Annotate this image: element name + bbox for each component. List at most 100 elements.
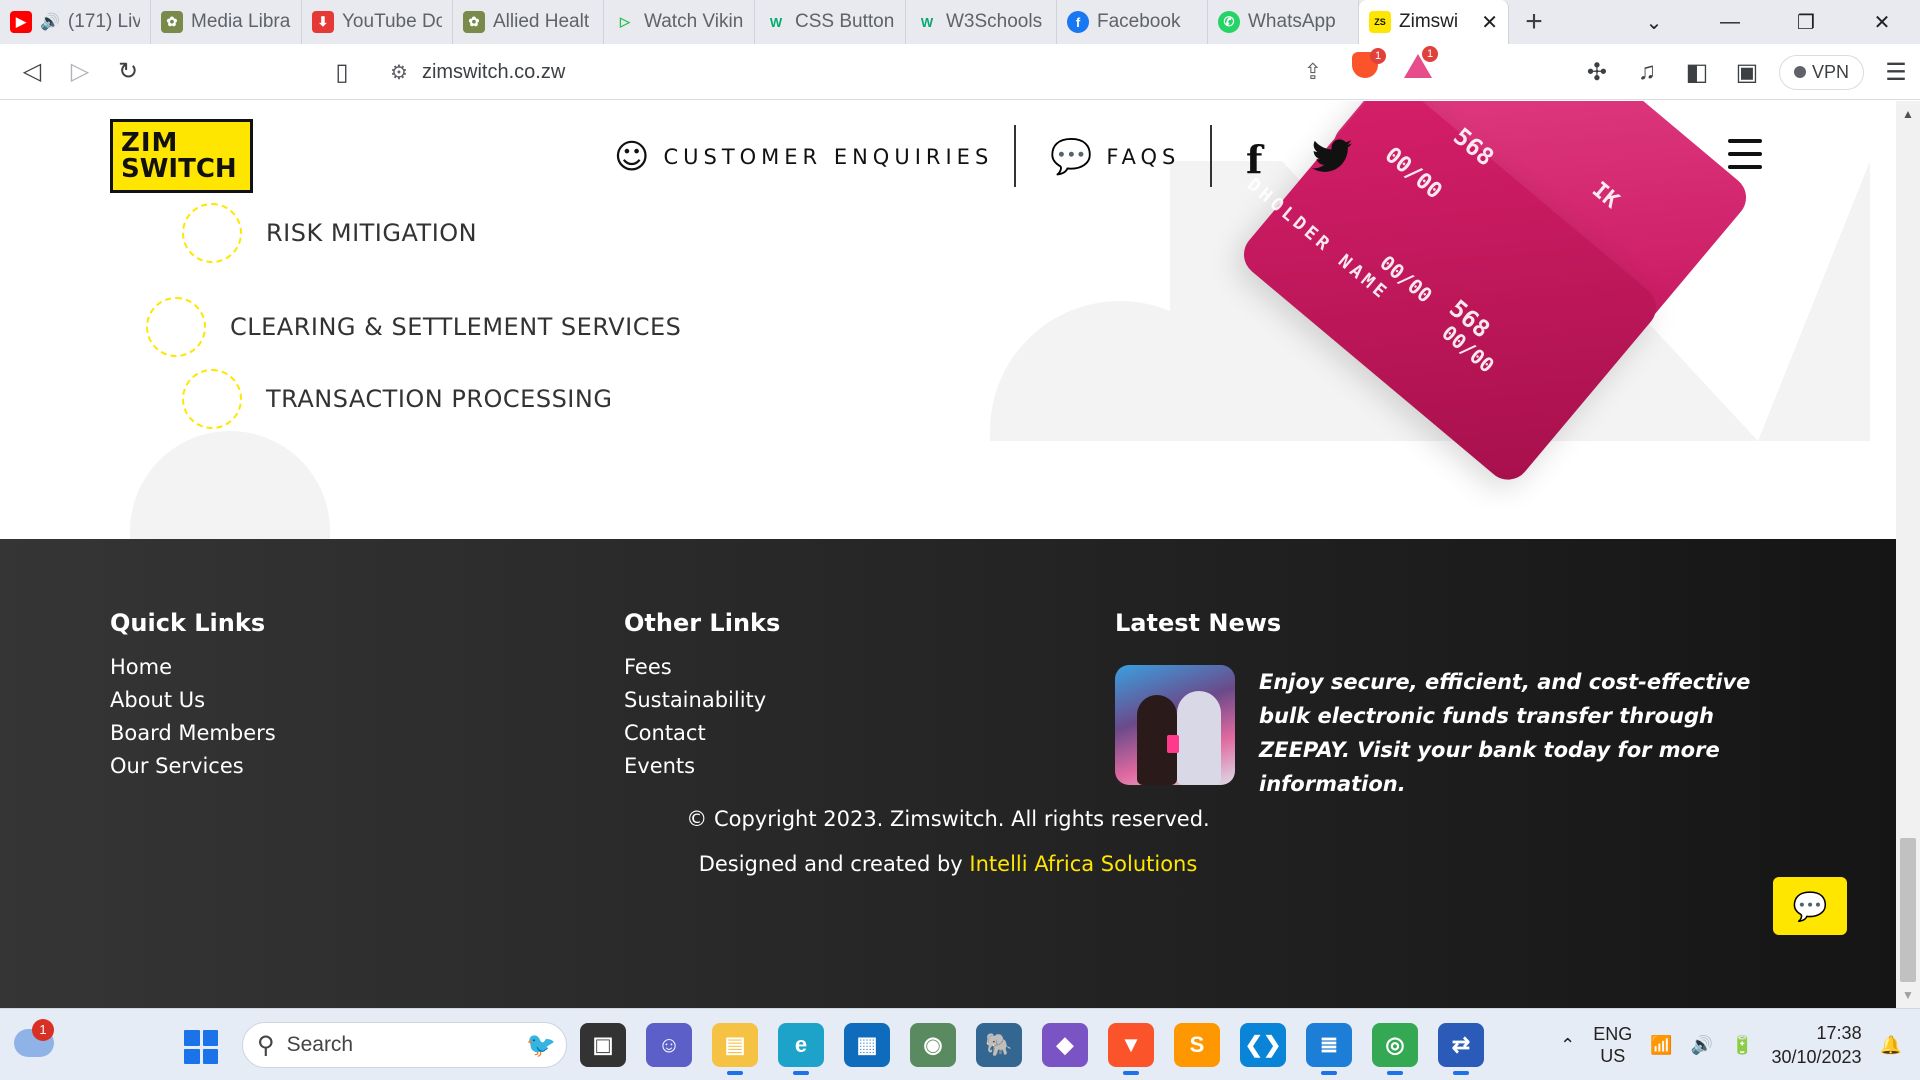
browser-tab[interactable]: f Facebook [1057, 0, 1208, 44]
windows-taskbar: 1 ⚲ Search 🐦 ▣ ☺ ▤ e ▦ ◉ 🐘 ◆ ▼ S ❮❯ ≣ ◎ … [0, 1008, 1920, 1080]
vpn-status-icon [1793, 66, 1806, 78]
browser-tab[interactable]: ✿ Allied Healt [453, 0, 604, 44]
footer-link-contact[interactable]: Contact [624, 717, 780, 750]
remote-desktop-icon[interactable]: ⇄ [1438, 1023, 1484, 1075]
chevron-up-icon[interactable]: ⌃ [1560, 1035, 1575, 1056]
clock-time: 17:38 [1816, 1023, 1862, 1043]
browser-tab[interactable]: ✿ Media Libra [151, 0, 302, 44]
browser-tab[interactable]: W CSS Buttons [755, 0, 906, 44]
language-code: ENG [1593, 1024, 1633, 1044]
logo-text-line2: SWITCH [121, 154, 237, 184]
notepad-icon[interactable]: ≣ [1306, 1023, 1352, 1075]
postgresql-icon[interactable]: 🐘 [976, 1023, 1022, 1067]
taskbar-apps: ▣ ☺ ▤ e ▦ ◉ 🐘 ◆ ▼ S ❮❯ ≣ ◎ ⇄ [580, 1023, 1484, 1075]
file-explorer-icon[interactable]: ▤ [712, 1023, 758, 1075]
minimize-icon[interactable]: — [1692, 11, 1768, 34]
media-icon[interactable]: ♫ [1623, 52, 1671, 92]
region-code: US [1600, 1046, 1626, 1066]
menu-icon[interactable]: ☰ [1872, 52, 1920, 92]
twitter-icon[interactable] [1312, 139, 1352, 173]
brave-rewards-icon[interactable]: 1 [1404, 46, 1438, 78]
footer-link-board-members[interactable]: Board Members [110, 717, 276, 750]
teams-chat-icon[interactable]: ☺ [646, 1023, 692, 1067]
live-chat-button[interactable]: 💬 [1773, 877, 1847, 935]
rewards-count-badge: 1 [1422, 46, 1438, 62]
footer-link-home[interactable]: Home [110, 651, 276, 684]
forward-icon[interactable]: ▷ [56, 52, 104, 92]
zimswitch-logo[interactable]: ZIM SWITCH [110, 119, 253, 193]
site-info-icon[interactable]: ⚙ [390, 60, 408, 85]
hamburger-line [1728, 139, 1762, 143]
start-icon[interactable] [184, 1030, 218, 1064]
hamburger-menu-icon[interactable] [1728, 139, 1762, 169]
vscode-icon[interactable]: ❮❯ [1240, 1023, 1286, 1067]
news-thumbnail[interactable] [1115, 665, 1235, 785]
wallet-icon[interactable]: ▣ [1723, 52, 1771, 92]
w3schools-icon: W [920, 14, 934, 30]
extensions-icon[interactable]: ✣ [1573, 52, 1621, 92]
news-headline[interactable]: Enjoy secure, efficient, and cost-effect… [1259, 665, 1755, 801]
footer-link-fees[interactable]: Fees [624, 651, 780, 684]
footer-link-events[interactable]: Events [624, 750, 780, 783]
customer-support-icon: ☺ [614, 137, 650, 177]
tab-search-icon[interactable]: ⌄ [1616, 10, 1692, 35]
footer-link-our-services[interactable]: Our Services [110, 750, 276, 783]
sublime-text-icon[interactable]: S [1174, 1023, 1220, 1067]
facebook-icon[interactable]: f [1246, 137, 1262, 182]
copyright-block: © Copyright 2023. Zimswitch. All rights … [0, 797, 1896, 887]
browser-toolbar: ◁ ▷ ↻ ▯ ⚙ zimswitch.co.zw ⇪ 1 1 ✣ ♫ ◧ ▣ … [0, 44, 1920, 100]
scrollbar-thumb[interactable] [1900, 838, 1916, 982]
chrome-icon[interactable]: ◎ [1372, 1023, 1418, 1075]
sidebar-icon[interactable]: ◧ [1673, 52, 1721, 92]
service-label: CLEARING & SETTLEMENT SERVICES [230, 313, 682, 341]
edge-icon[interactable]: e [778, 1023, 824, 1075]
restore-icon[interactable]: ❐ [1768, 10, 1844, 35]
footer-link-sustainability[interactable]: Sustainability [624, 684, 780, 717]
browser-tab-active[interactable]: ZS Zimswi ✕ [1359, 0, 1509, 44]
copyright-text: © Copyright 2023. Zimswitch. All rights … [686, 807, 1210, 831]
nav-enquiries-label: CUSTOMER ENQUIRIES [663, 145, 994, 169]
share-icon[interactable]: ⇪ [1304, 59, 1322, 85]
nav-faqs[interactable]: 💬 FAQS [1050, 131, 1180, 183]
taskbar-search[interactable]: ⚲ Search 🐦 [242, 1022, 567, 1068]
vpn-button[interactable]: VPN [1778, 54, 1864, 90]
bookmark-icon[interactable]: ▯ [318, 52, 366, 92]
page-viewport: 568 00/00 IK DHOLDER NAME 00/00 568 00/0… [0, 101, 1896, 1008]
credit-link[interactable]: Intelli Africa Solutions [969, 852, 1197, 876]
nav-customer-enquiries[interactable]: ☺ CUSTOMER ENQUIRIES [614, 131, 993, 183]
reload-icon[interactable]: ↻ [104, 52, 152, 92]
scroll-down-icon[interactable]: ▼ [1902, 988, 1914, 1002]
news-item[interactable]: Enjoy secure, efficient, and cost-effect… [1115, 665, 1755, 801]
new-tab-button[interactable]: + [1509, 5, 1559, 39]
wifi-icon[interactable]: 📶 [1650, 1035, 1672, 1056]
store-icon[interactable]: ▦ [844, 1023, 890, 1067]
service-item: CLEARING & SETTLEMENT SERVICES [146, 297, 681, 357]
service-ring-icon [146, 297, 206, 357]
eclipse-icon[interactable]: ◉ [910, 1023, 956, 1067]
back-icon[interactable]: ◁ [8, 52, 56, 92]
browser-tab[interactable]: W W3Schools [906, 0, 1057, 44]
browser-tab[interactable]: ▶ 🔊 (171) Liv [0, 0, 151, 44]
clock[interactable]: 17:38 30/10/2023 [1771, 1021, 1861, 1069]
language-indicator[interactable]: ENG US [1593, 1023, 1632, 1067]
w3schools-icon: W [769, 14, 783, 30]
address-bar[interactable]: ⚙ zimswitch.co.zw ⇪ [370, 52, 1442, 92]
task-view-icon[interactable]: ▣ [580, 1023, 626, 1067]
notifications-icon[interactable]: 🔔 [1880, 1035, 1902, 1056]
page-scrollbar[interactable]: ▲ ▼ [1896, 101, 1920, 1008]
site-header: ZIM SWITCH ☺ CUSTOMER ENQUIRIES 💬 FAQS f [0, 101, 1896, 211]
footer-link-about-us[interactable]: About Us [110, 684, 276, 717]
scroll-up-icon[interactable]: ▲ [1902, 107, 1914, 121]
close-tab-icon[interactable]: ✕ [1481, 10, 1498, 35]
tab-title: WhatsApp [1248, 11, 1336, 32]
browser-tab[interactable]: ⬇ YouTube Do [302, 0, 453, 44]
battery-icon[interactable]: 🔋 [1731, 1035, 1753, 1056]
visual-studio-icon[interactable]: ◆ [1042, 1023, 1088, 1067]
speaker-icon[interactable]: 🔊 [40, 12, 60, 32]
volume-icon[interactable]: 🔊 [1691, 1035, 1713, 1056]
brave-shield-icon[interactable]: 1 [1352, 48, 1386, 78]
browser-tab[interactable]: ✆ WhatsApp [1208, 0, 1359, 44]
close-window-icon[interactable]: ✕ [1844, 10, 1920, 35]
browser-tab[interactable]: ▷ Watch Vikin [604, 0, 755, 44]
brave-browser-icon[interactable]: ▼ [1108, 1023, 1154, 1075]
